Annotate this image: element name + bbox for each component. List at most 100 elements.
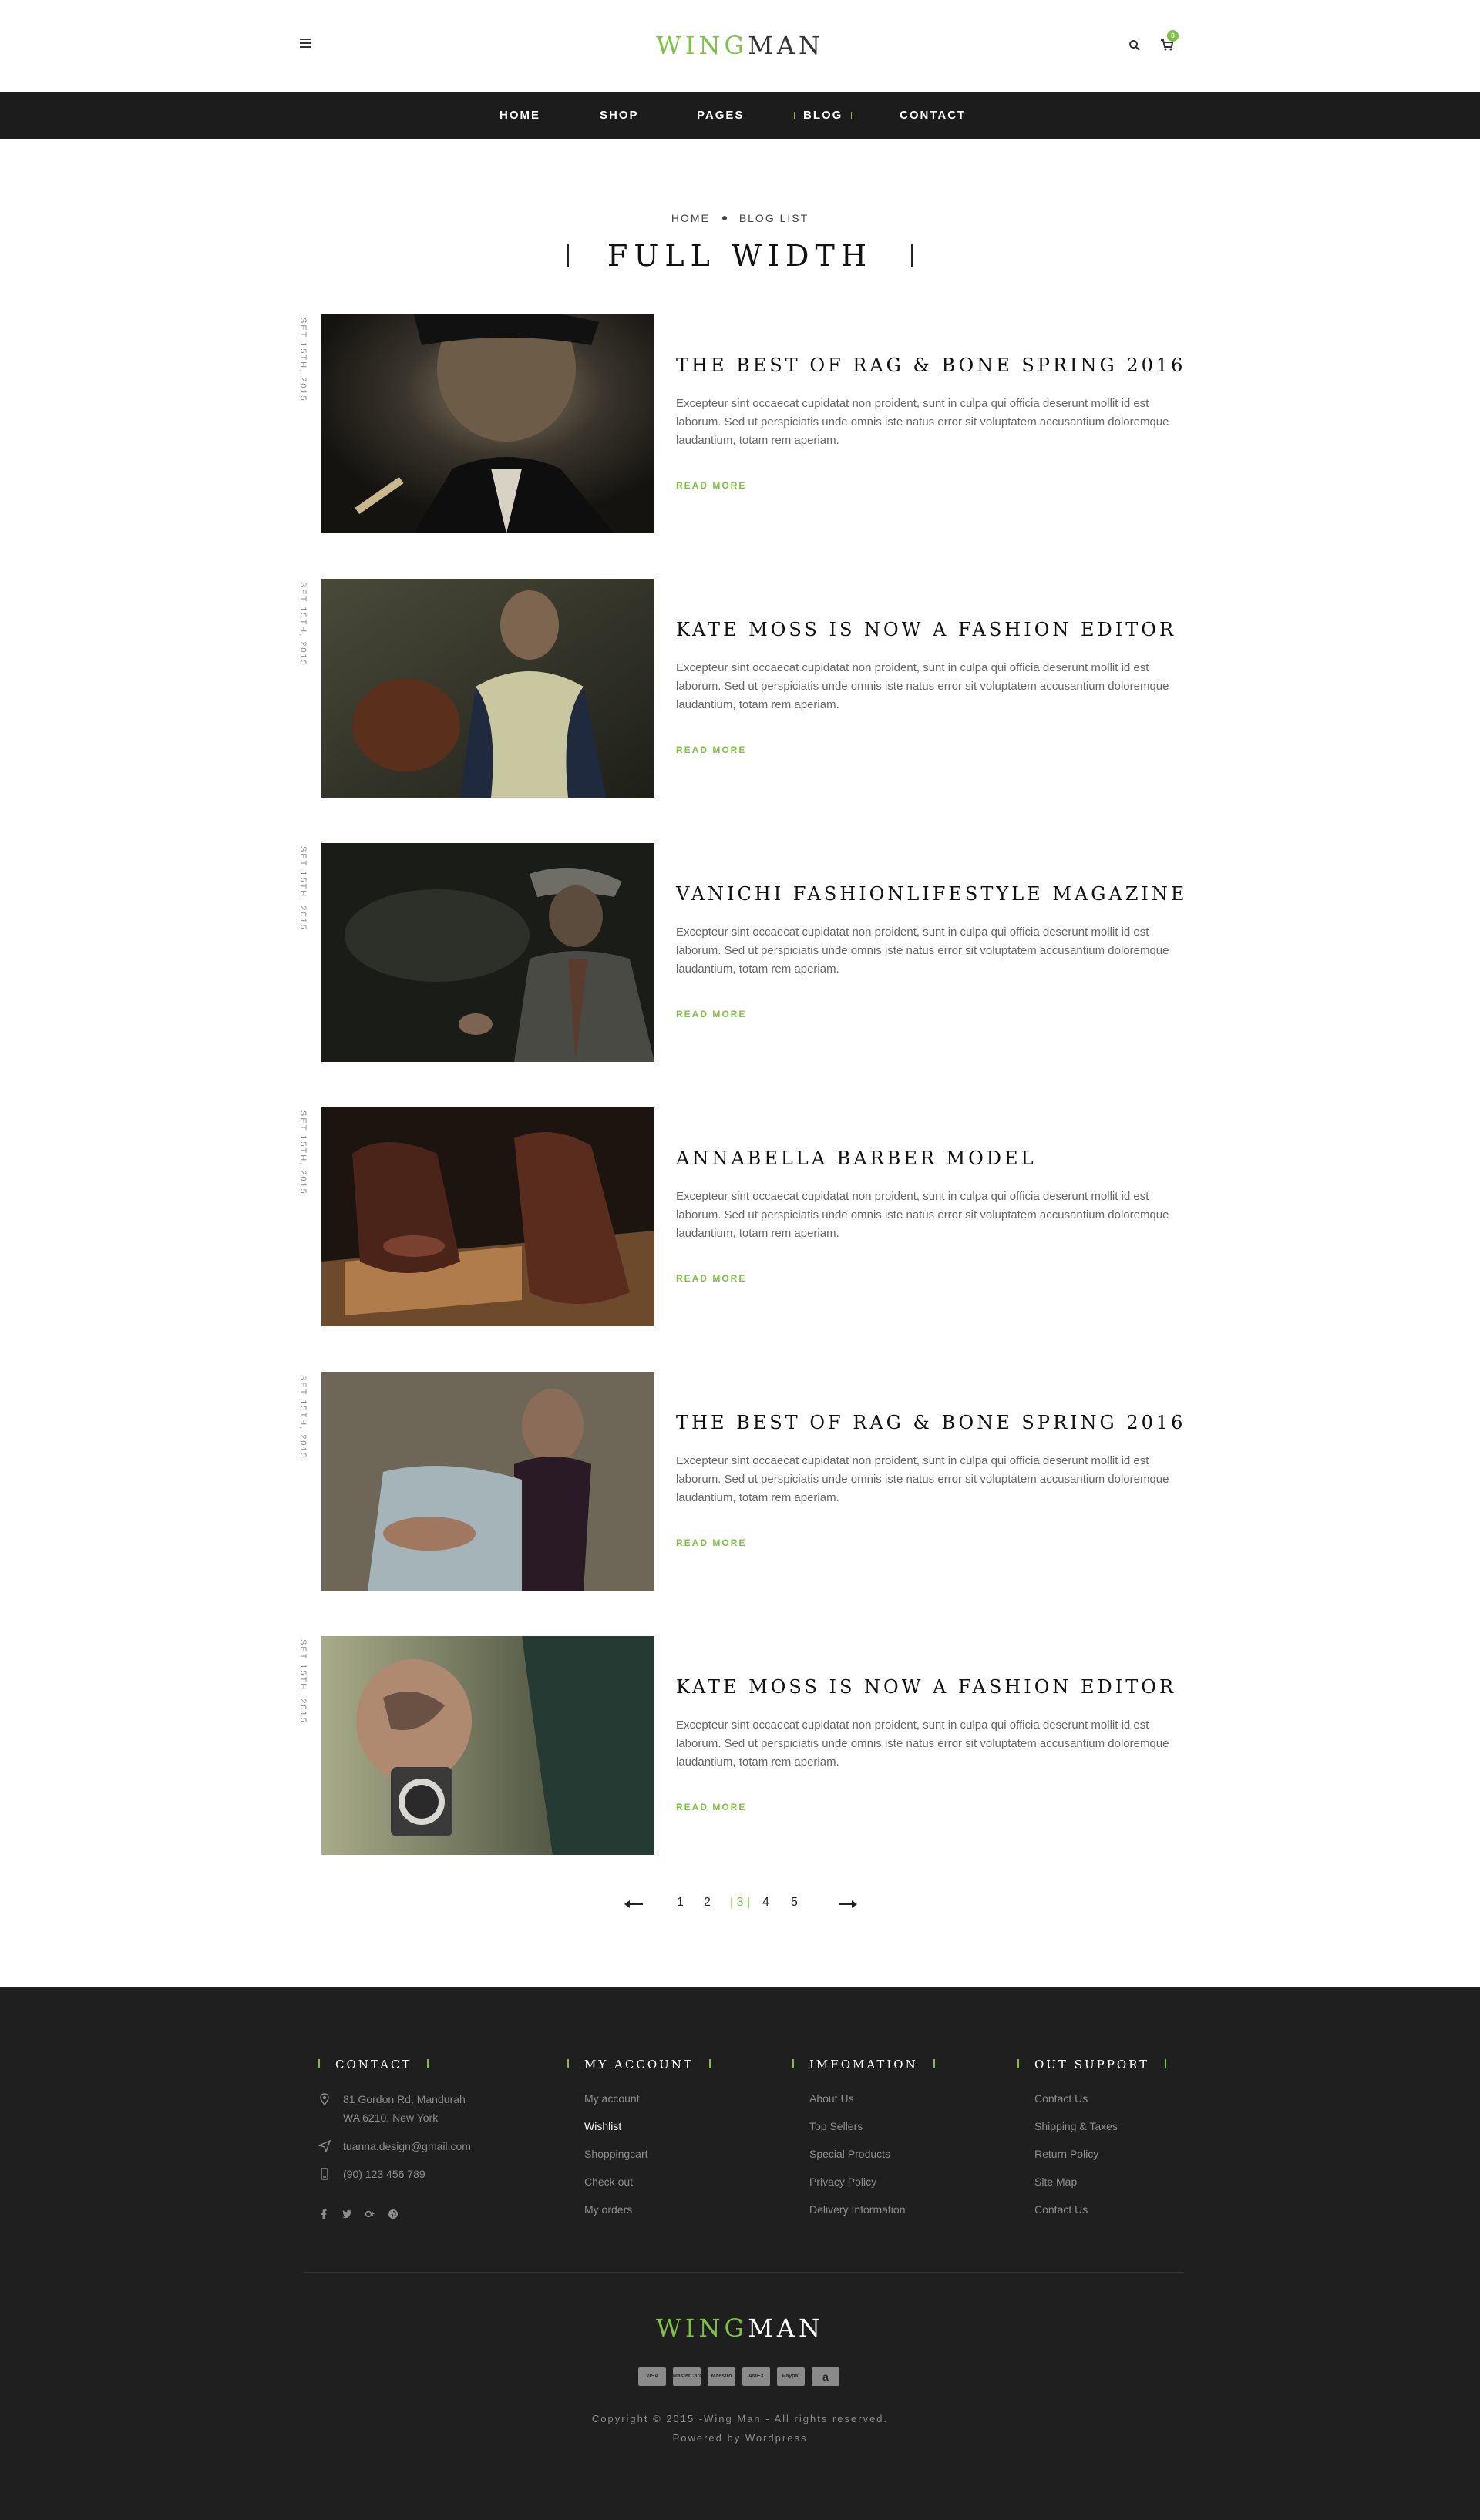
read-more-link[interactable]: READ MORE <box>676 1537 746 1548</box>
footer-account-column: MY ACCOUNT My account Wishlist Shoppingc… <box>567 2058 726 2216</box>
post-date: SET 15TH, 2015 <box>298 318 308 402</box>
post-title[interactable]: KATE MOSS IS NOW A FASHION EDITOR <box>676 619 1176 640</box>
footer-link[interactable]: My account <box>584 2092 640 2105</box>
post-excerpt: Excepteur sint occaecat cupidatat non pr… <box>676 1454 1169 1504</box>
nav-item-shop[interactable]: SHOP <box>600 92 639 139</box>
footer-link[interactable]: About Us <box>809 2092 854 2105</box>
footer-link[interactable]: Site Map <box>1034 2176 1077 2188</box>
nav-item-pages[interactable]: PAGES <box>697 92 744 139</box>
read-more-link[interactable]: READ MORE <box>676 1802 746 1813</box>
logo-man: MAN <box>748 31 824 60</box>
mastercard-icon: MasterCard <box>673 2367 701 2386</box>
footer-link[interactable]: Privacy Policy <box>809 2176 876 2188</box>
logo-wing: WING <box>656 31 748 60</box>
social-links <box>318 2209 411 2221</box>
footer-link[interactable]: Shipping & Taxes <box>1034 2120 1118 2132</box>
post-date: SET 15TH, 2015 <box>298 1375 308 1460</box>
facebook-icon[interactable] <box>318 2209 329 2219</box>
blog-post: SET 15TH, 2015 THE BEST OF RAG & BONE SP… <box>297 314 1183 534</box>
read-more-link[interactable]: READ MORE <box>676 1009 746 1020</box>
send-icon <box>318 2140 331 2152</box>
post-title[interactable]: THE BEST OF RAG & BONE SPRING 2016 <box>676 1412 1186 1433</box>
page-link[interactable]: 1 <box>677 1896 684 1910</box>
footer-link[interactable]: Return Policy <box>1034 2148 1098 2160</box>
post-image[interactable] <box>321 1636 654 1855</box>
page-link[interactable]: 2 <box>704 1896 711 1910</box>
title-bar-right <box>910 244 913 267</box>
footer-link[interactable]: Special Products <box>809 2148 890 2160</box>
site-logo[interactable]: WINGMAN <box>0 31 1480 60</box>
footer-heading: OUT SUPPORT <box>1018 2058 1182 2071</box>
site-footer: CONTACT 81 Gordon Rd, Mandurah WA 6210, … <box>0 1987 1480 2520</box>
read-more-link[interactable]: READ MORE <box>676 744 746 755</box>
page-link-current[interactable]: | 3 | <box>730 1896 750 1910</box>
phone-icon <box>321 2168 328 2180</box>
footer-address-line2: WA 6210, New York <box>343 2112 439 2124</box>
post-date: SET 15TH, 2015 <box>298 1110 308 1195</box>
breadcrumb-home[interactable]: HOME <box>671 212 710 224</box>
breadcrumb-current: BLOG LIST <box>738 212 809 224</box>
amazon-icon: a <box>812 2367 839 2386</box>
nav-item-blog[interactable]: BLOG <box>793 92 853 139</box>
post-title[interactable]: KATE MOSS IS NOW A FASHION EDITOR <box>676 1676 1176 1698</box>
post-date: SET 15TH, 2015 <box>298 1639 308 1724</box>
pinterest-icon[interactable] <box>388 2209 399 2219</box>
read-more-link[interactable]: READ MORE <box>676 480 746 491</box>
post-excerpt: Excepteur sint occaecat cupidatat non pr… <box>676 1719 1169 1769</box>
post-excerpt: Excepteur sint occaecat cupidatat non pr… <box>676 1190 1169 1240</box>
footer-link[interactable]: My orders <box>584 2203 632 2216</box>
footer-support-column: OUT SUPPORT Contact Us Shipping & Taxes … <box>1018 2058 1182 2216</box>
footer-address-line1: 81 Gordon Rd, Mandurah <box>343 2093 466 2105</box>
post-image[interactable] <box>321 1107 654 1326</box>
powered-by-text: Powered by Wordpress <box>672 2432 808 2444</box>
footer-heading: IMFOMATION <box>792 2058 950 2071</box>
footer-link[interactable]: Contact Us <box>1034 2092 1088 2105</box>
breadcrumb: HOME BLOG LIST <box>0 212 1480 224</box>
footer-link[interactable]: Delivery Information <box>809 2203 906 2216</box>
google-plus-icon[interactable] <box>365 2209 375 2219</box>
post-excerpt: Excepteur sint occaecat cupidatat non pr… <box>676 926 1169 976</box>
footer-email[interactable]: tuanna.design@gmail.com <box>343 2137 471 2155</box>
prev-page-arrow-icon[interactable] <box>624 1900 643 1908</box>
pagination: 1 2 | 3 | 4 5 <box>0 1896 1480 1915</box>
footer-link[interactable]: Shoppingcart <box>584 2148 648 2160</box>
footer-link[interactable]: Contact Us <box>1034 2203 1088 2216</box>
post-image[interactable] <box>321 314 654 533</box>
page-link[interactable]: 5 <box>791 1896 798 1910</box>
footer-heading: MY ACCOUNT <box>567 2058 726 2071</box>
map-pin-icon <box>320 2093 329 2105</box>
logo-man: MAN <box>748 2313 824 2343</box>
next-page-arrow-icon[interactable] <box>839 1900 857 1908</box>
footer-logo[interactable]: WINGMAN <box>0 2313 1480 2343</box>
search-icon[interactable] <box>1128 39 1141 52</box>
visa-icon: VISA <box>638 2367 666 2386</box>
footer-link[interactable]: Top Sellers <box>809 2120 863 2132</box>
footer-link[interactable]: Wishlist <box>584 2120 621 2132</box>
blog-post: SET 15TH, 2015 KATE MOSS IS NOW A FASHIO… <box>297 1636 1183 1856</box>
footer-link[interactable]: Check out <box>584 2176 633 2188</box>
page-title: FULL WIDTH <box>0 239 1480 273</box>
post-image[interactable] <box>321 843 654 1062</box>
amex-icon: AMEX <box>742 2367 770 2386</box>
post-title[interactable]: VANICHI FASHIONLIFESTYLE MAGAZINE <box>676 883 1187 905</box>
post-image[interactable] <box>321 1372 654 1591</box>
blog-post: SET 15TH, 2015 KATE MOSS IS NOW A FASHIO… <box>297 579 1183 798</box>
logo-wing: WING <box>656 2313 748 2343</box>
blog-post: SET 15TH, 2015 ANNABELLA BARBER MODEL Ex… <box>297 1107 1183 1327</box>
site-header: WINGMAN 0 <box>0 0 1480 92</box>
twitter-icon[interactable] <box>341 2209 352 2219</box>
read-more-link[interactable]: READ MORE <box>676 1273 746 1284</box>
nav-item-home[interactable]: HOME <box>500 92 540 139</box>
title-bar-left <box>567 244 570 267</box>
post-title[interactable]: THE BEST OF RAG & BONE SPRING 2016 <box>676 354 1186 376</box>
breadcrumb-separator <box>722 216 727 220</box>
paypal-icon: Paypal <box>777 2367 805 2386</box>
main-nav: HOME SHOP PAGES BLOG CONTACT <box>0 92 1480 139</box>
post-image[interactable] <box>321 579 654 798</box>
nav-item-contact[interactable]: CONTACT <box>900 92 966 139</box>
post-date: SET 15TH, 2015 <box>298 846 308 931</box>
cart-count-badge: 0 <box>1167 30 1179 42</box>
footer-divider <box>304 2272 1183 2273</box>
post-title[interactable]: ANNABELLA BARBER MODEL <box>676 1147 1037 1169</box>
page-link[interactable]: 4 <box>762 1896 769 1910</box>
